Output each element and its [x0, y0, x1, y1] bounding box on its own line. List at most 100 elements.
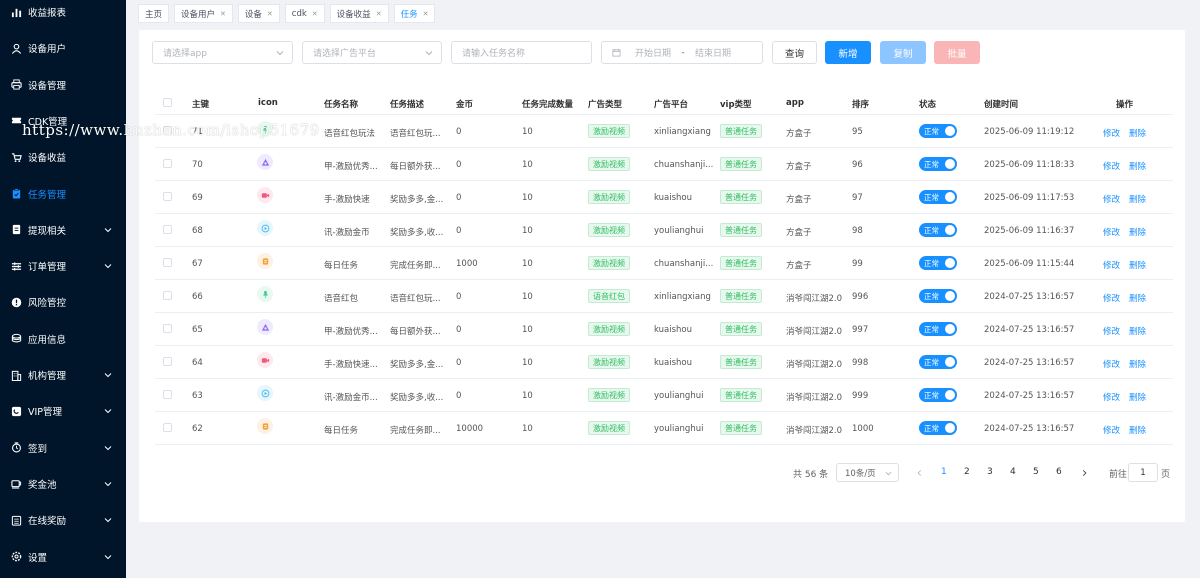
edit-link[interactable]: 修改 [1103, 325, 1120, 337]
delete-link[interactable]: 删除 [1129, 160, 1146, 172]
column-header: 广告平台 [654, 100, 689, 110]
sidebar-item-label: VIP管理 [28, 407, 63, 419]
status-toggle[interactable]: 正常 [919, 421, 957, 435]
sidebar-item-11[interactable]: VIP管理 [0, 396, 126, 426]
page-size-select[interactable]: 10条/页 [836, 463, 899, 482]
edit-link[interactable]: 修改 [1103, 160, 1120, 172]
delete-link[interactable]: 删除 [1129, 226, 1146, 238]
cell-sort: 95 [852, 127, 863, 137]
row-checkbox[interactable] [163, 357, 172, 366]
cell-task-name: 手-激励快速... [324, 360, 378, 370]
sidebar-item-9[interactable]: 应用信息 [0, 324, 126, 354]
goto-page-input[interactable]: 1 [1128, 463, 1158, 482]
sidebar-item-12[interactable]: 签到 [0, 433, 126, 463]
add-button[interactable]: 新增 [825, 41, 871, 64]
sidebar: 收益报表 设备用户 设备管理 CDK管理 设备收益 任务管理 提现相关 订单管理 风险管控 应用信… [0, 0, 126, 578]
query-button[interactable]: 查询 [772, 41, 817, 64]
tab-tag-5[interactable]: 任务 ✕ [393, 4, 436, 23]
delete-link[interactable]: 删除 [1129, 127, 1146, 139]
table-row: 65 甲-激励优秀... 每日额外获... 0 10 激励视频 kuaishou 普通任务 消爷… [155, 313, 1173, 346]
sidebar-item-8[interactable]: 风险管控 [0, 287, 126, 317]
status-toggle[interactable]: 正常 [919, 388, 957, 402]
sidebar-item-2[interactable]: 设备管理 [0, 70, 126, 100]
delete-link[interactable]: 删除 [1129, 193, 1146, 205]
page-number[interactable]: 4 [1010, 467, 1016, 477]
triangle-icon [257, 154, 273, 170]
play-icon [257, 385, 273, 401]
ad-platform-select[interactable]: 请选择广告平台 [302, 41, 442, 64]
edit-link[interactable]: 修改 [1103, 127, 1120, 139]
page-number[interactable]: 1 [941, 467, 947, 477]
status-toggle[interactable]: 正常 [919, 223, 957, 237]
prev-page-icon[interactable] [916, 469, 923, 477]
app-select[interactable]: 请选择app [152, 41, 293, 64]
edit-link[interactable]: 修改 [1103, 358, 1120, 370]
vip-type-badge: 普通任务 [720, 388, 762, 402]
tab-tag-1[interactable]: 设备用户 ✕ [174, 4, 233, 23]
batch-button[interactable]: 批量 [934, 41, 980, 64]
close-icon[interactable]: ✕ [376, 10, 382, 18]
sidebar-item-13[interactable]: 奖金池 [0, 469, 126, 499]
tab-tag-2[interactable]: 设备 ✕ [237, 4, 280, 23]
row-checkbox[interactable] [163, 225, 172, 234]
delete-link[interactable]: 删除 [1129, 259, 1146, 271]
status-toggle[interactable]: 正常 [919, 256, 957, 270]
status-toggle[interactable]: 正常 [919, 322, 957, 336]
status-toggle[interactable]: 正常 [919, 355, 957, 369]
sidebar-item-5[interactable]: 任务管理 [0, 179, 126, 209]
row-checkbox[interactable] [163, 390, 172, 399]
close-icon[interactable]: ✕ [423, 10, 429, 18]
cell-task-name: 语音红包 [324, 294, 359, 304]
tab-tag-4[interactable]: 设备收益 ✕ [329, 4, 389, 23]
row-checkbox[interactable] [163, 258, 172, 267]
status-toggle[interactable]: 正常 [919, 157, 957, 171]
edit-link[interactable]: 修改 [1103, 292, 1120, 304]
status-toggle[interactable]: 正常 [919, 190, 957, 204]
page-number[interactable]: 3 [987, 467, 993, 477]
status-toggle[interactable]: 正常 [919, 124, 957, 138]
copy-button[interactable]: 复制 [880, 41, 926, 64]
sidebar-item-15[interactable]: 设置 [0, 542, 126, 572]
edit-link[interactable]: 修改 [1103, 424, 1120, 436]
row-checkbox[interactable] [163, 291, 172, 300]
next-page-icon[interactable] [1081, 469, 1088, 477]
row-checkbox[interactable] [163, 159, 172, 168]
row-checkbox[interactable] [163, 423, 172, 432]
close-icon[interactable]: ✕ [312, 10, 318, 18]
status-toggle[interactable]: 正常 [919, 289, 957, 303]
delete-link[interactable]: 删除 [1129, 424, 1146, 436]
edit-link[interactable]: 修改 [1103, 226, 1120, 238]
toggle-knob [945, 225, 955, 235]
edit-link[interactable]: 修改 [1103, 391, 1120, 403]
delete-link[interactable]: 删除 [1129, 391, 1146, 403]
delete-link[interactable]: 删除 [1129, 358, 1146, 370]
task-name-input[interactable]: 请输入任务名称 [451, 41, 592, 64]
ad-type-badge: 激励视频 [588, 256, 630, 270]
sidebar-item-7[interactable]: 订单管理 [0, 251, 126, 281]
date-range-picker[interactable]: 开始日期 - 结束日期 [601, 41, 763, 64]
page-number[interactable]: 2 [964, 467, 970, 477]
page-number[interactable]: 6 [1056, 467, 1062, 477]
row-checkbox[interactable] [163, 192, 172, 201]
row-checkbox[interactable] [163, 324, 172, 333]
delete-link[interactable]: 删除 [1129, 292, 1146, 304]
close-icon[interactable]: ✕ [220, 10, 226, 18]
sidebar-item-1[interactable]: 设备用户 [0, 33, 126, 63]
sidebar-item-10[interactable]: 机构管理 [0, 360, 126, 390]
close-icon[interactable]: ✕ [267, 10, 273, 18]
select-all-checkbox[interactable] [163, 98, 172, 107]
goto-label: 前往 [1109, 470, 1128, 480]
sidebar-item-6[interactable]: 提现相关 [0, 215, 126, 245]
sidebar-item-14[interactable]: 在线奖励 [0, 505, 126, 535]
page-number[interactable]: 5 [1033, 467, 1039, 477]
delete-link[interactable]: 删除 [1129, 325, 1146, 337]
toggle-knob [945, 258, 955, 268]
edit-link[interactable]: 修改 [1103, 259, 1120, 271]
sidebar-item-4[interactable]: 设备收益 [0, 142, 126, 172]
cell-sort: 99 [852, 259, 863, 269]
tab-tag-3[interactable]: cdk ✕ [284, 4, 325, 23]
sidebar-item-0[interactable]: 收益报表 [0, 0, 126, 27]
tab-tag-0[interactable]: 主页 [138, 4, 170, 23]
edit-link[interactable]: 修改 [1103, 193, 1120, 205]
ad-type-badge: 激励视频 [588, 223, 630, 237]
